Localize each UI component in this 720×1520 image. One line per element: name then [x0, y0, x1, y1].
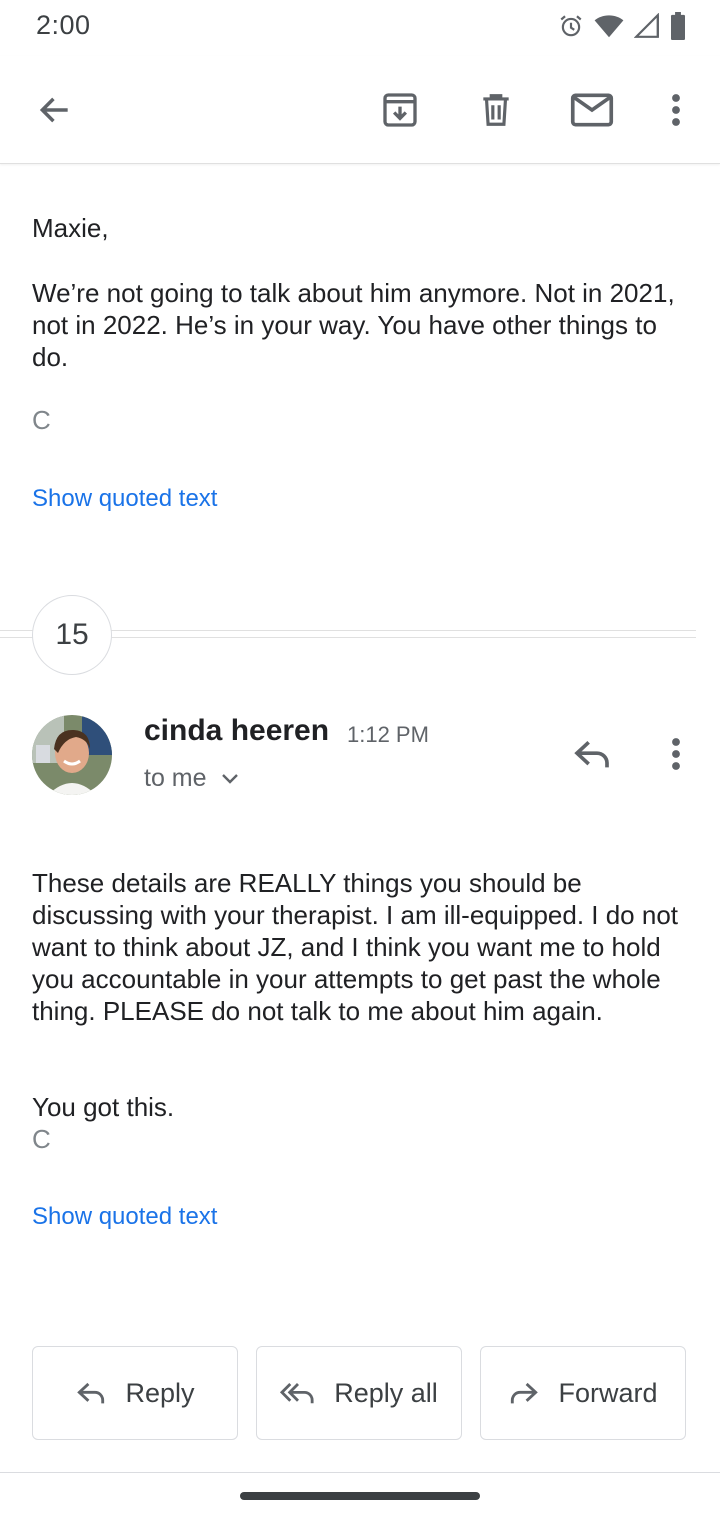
message-more-button[interactable] [650, 728, 702, 780]
chevron-down-icon [221, 773, 238, 784]
alarm-icon [558, 13, 584, 39]
recipient-details-toggle[interactable]: to me [144, 764, 239, 793]
reply-button[interactable]: Reply [32, 1346, 238, 1440]
forward-icon [511, 1382, 539, 1404]
status-bar: 2:00 [0, 0, 720, 56]
battery-icon [670, 12, 686, 40]
delete-icon [483, 94, 509, 126]
signal-icon [634, 13, 660, 39]
recipient-label: to me [144, 764, 207, 792]
show-quoted-text-link[interactable]: Show quoted text [32, 1203, 217, 1231]
delete-button[interactable] [468, 82, 524, 138]
previous-message-body: We’re not going to talk about him anymor… [32, 278, 675, 372]
back-button[interactable] [27, 82, 83, 138]
more-vert-icon [672, 94, 680, 126]
status-time: 2:00 [36, 10, 91, 40]
home-gesture-bar[interactable] [240, 1492, 480, 1500]
forward-button[interactable]: Forward [480, 1346, 686, 1440]
top-toolbar [0, 56, 720, 164]
message-signature: C [32, 1124, 51, 1154]
reply-all-button[interactable]: Reply all [256, 1346, 462, 1440]
collapsed-messages-count[interactable]: 15 [32, 595, 112, 675]
arrow-back-icon [39, 97, 68, 123]
sender-name: cinda heeren [144, 714, 330, 747]
more-options-button[interactable] [648, 82, 704, 138]
reply-label: Reply [125, 1377, 195, 1408]
forward-label: Forward [558, 1377, 658, 1408]
avatar[interactable] [32, 715, 112, 795]
reply-all-label: Reply all [334, 1377, 438, 1408]
message-closing: You got this. [32, 1092, 175, 1122]
status-icons [558, 12, 686, 40]
archive-icon [383, 93, 417, 127]
reply-icon [574, 740, 609, 768]
more-vert-icon [672, 738, 680, 770]
reply-all-icon [280, 1382, 314, 1404]
message-body: These details are REALLY things you shou… [32, 868, 679, 1026]
header-reply-button[interactable] [566, 728, 618, 780]
reply-icon [77, 1382, 105, 1404]
previous-message-greeting: Maxie, [32, 213, 109, 243]
previous-message-signature: C [32, 405, 51, 435]
mark-unread-button[interactable] [564, 82, 620, 138]
archive-button[interactable] [372, 82, 428, 138]
wifi-icon [594, 13, 624, 39]
bottom-divider [0, 1472, 720, 1473]
mail-icon [570, 93, 614, 127]
message-time: 1:12 PM [347, 722, 429, 747]
show-quoted-text-link[interactable]: Show quoted text [32, 485, 217, 513]
